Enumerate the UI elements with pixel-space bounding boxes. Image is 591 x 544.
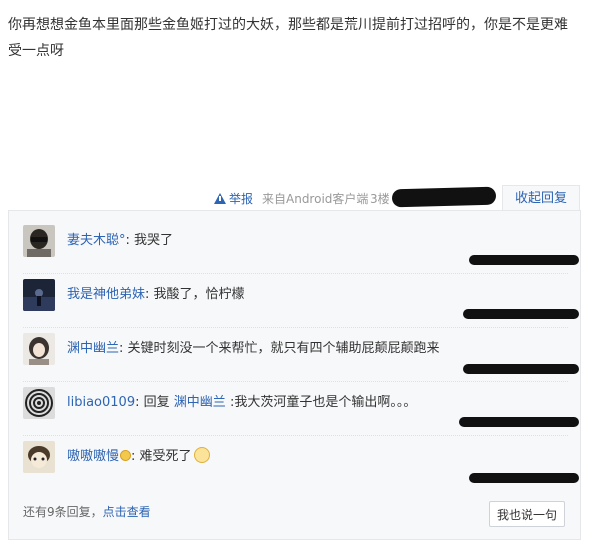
- reply-button[interactable]: 我也说一句: [489, 501, 565, 527]
- reply-divider: [23, 381, 568, 382]
- redacted-timestamp: [459, 417, 579, 427]
- reply-line: 嗷嗷嗷慢: 难受死了: [67, 445, 210, 464]
- redacted-timestamp: [469, 255, 579, 265]
- avatar[interactable]: [23, 387, 55, 419]
- reply-username[interactable]: libiao0109: [67, 395, 135, 410]
- collapse-replies-button[interactable]: 收起回复: [502, 185, 580, 211]
- post-content: 你再想想金鱼本里面那些金鱼姬打过的大妖，那些都是荒川提前打过招呼的，你是不是更难…: [8, 17, 568, 59]
- more-replies-count: 还有9条回复，: [23, 505, 103, 519]
- reply-separator: :: [135, 395, 140, 410]
- reply-separator: :: [131, 449, 136, 464]
- reply-text: 关键时刻没一个来帮忙，就只有四个辅助屁颠屁颠跑来: [127, 341, 440, 356]
- client-source: 来自Android客户端: [262, 192, 369, 206]
- reply-username[interactable]: 嗷嗷嗷慢: [67, 449, 119, 464]
- reply-divider: [23, 273, 568, 274]
- redacted-timestamp: [463, 309, 579, 319]
- reply-username[interactable]: 我是神他弟妹: [67, 287, 145, 302]
- view-more-link[interactable]: 点击查看: [103, 505, 151, 519]
- redacted-timestamp: [463, 364, 579, 374]
- reply-prefix: 回复: [143, 395, 170, 410]
- reply-text: 我酸了，恰柠檬: [153, 287, 245, 302]
- reply-divider: [23, 435, 568, 436]
- reply-divider: [23, 327, 568, 328]
- reply-line: libiao0109: 回复 渊中幽兰 :我大茨河童子也是个输出啊。。。: [67, 391, 416, 410]
- reply-line: 渊中幽兰: 关键时刻没一个来帮忙，就只有四个辅助屁颠屁颠跑来: [67, 337, 440, 356]
- reply-to-username[interactable]: 渊中幽兰: [174, 395, 226, 410]
- reply-item: 渊中幽兰: 关键时刻没一个来帮忙，就只有四个辅助屁颠屁颠跑来: [23, 333, 579, 382]
- warning-icon: [214, 193, 226, 204]
- reply-list: 妻夫木聪°: 我哭了 我是神他弟妹: 我酸了，恰柠檬 渊中幽兰: 关键时刻没一个…: [8, 210, 581, 540]
- reply-line: 我是神他弟妹: 我酸了，恰柠檬: [67, 283, 245, 302]
- avatar[interactable]: [23, 279, 55, 311]
- reply-separator: :: [119, 341, 124, 356]
- reply-text: :我大茨河童子也是个输出啊。。。: [229, 395, 417, 410]
- post-meta-row: 举报 来自Android客户端 3楼 收起回复: [0, 185, 591, 211]
- avatar[interactable]: [23, 225, 55, 257]
- report-label: 举报: [229, 192, 254, 206]
- reply-item: 妻夫木聪°: 我哭了: [23, 225, 579, 274]
- reply-text: 我哭了: [134, 233, 174, 248]
- reply-text: 难受死了: [139, 449, 192, 464]
- reply-line: 妻夫木聪°: 我哭了: [67, 229, 173, 248]
- reply-item: 我是神他弟妹: 我酸了，恰柠檬: [23, 279, 579, 328]
- avatar[interactable]: [23, 441, 55, 473]
- report-link[interactable]: 举报: [214, 190, 253, 207]
- redacted-timestamp: [469, 473, 579, 483]
- reply-username[interactable]: 妻夫木聪°: [67, 233, 126, 248]
- reply-separator: :: [145, 287, 150, 302]
- emoji-icon: [120, 450, 132, 461]
- reply-item: 嗷嗷嗷慢: 难受死了: [23, 441, 579, 489]
- redacted-timestamp: [391, 186, 497, 208]
- reply-item: libiao0109: 回复 渊中幽兰 :我大茨河童子也是个输出啊。。。: [23, 387, 579, 436]
- avatar[interactable]: [23, 333, 55, 365]
- emoji-icon: [193, 447, 210, 463]
- page: 你再想想金鱼本里面那些金鱼姬打过的大妖，那些都是荒川提前打过招呼的，你是不是更难…: [0, 0, 591, 544]
- reply-username[interactable]: 渊中幽兰: [67, 341, 119, 356]
- floor-number: 3楼: [370, 192, 390, 206]
- reply-separator: :: [125, 233, 130, 248]
- more-replies: 还有9条回复，点击查看: [23, 503, 151, 520]
